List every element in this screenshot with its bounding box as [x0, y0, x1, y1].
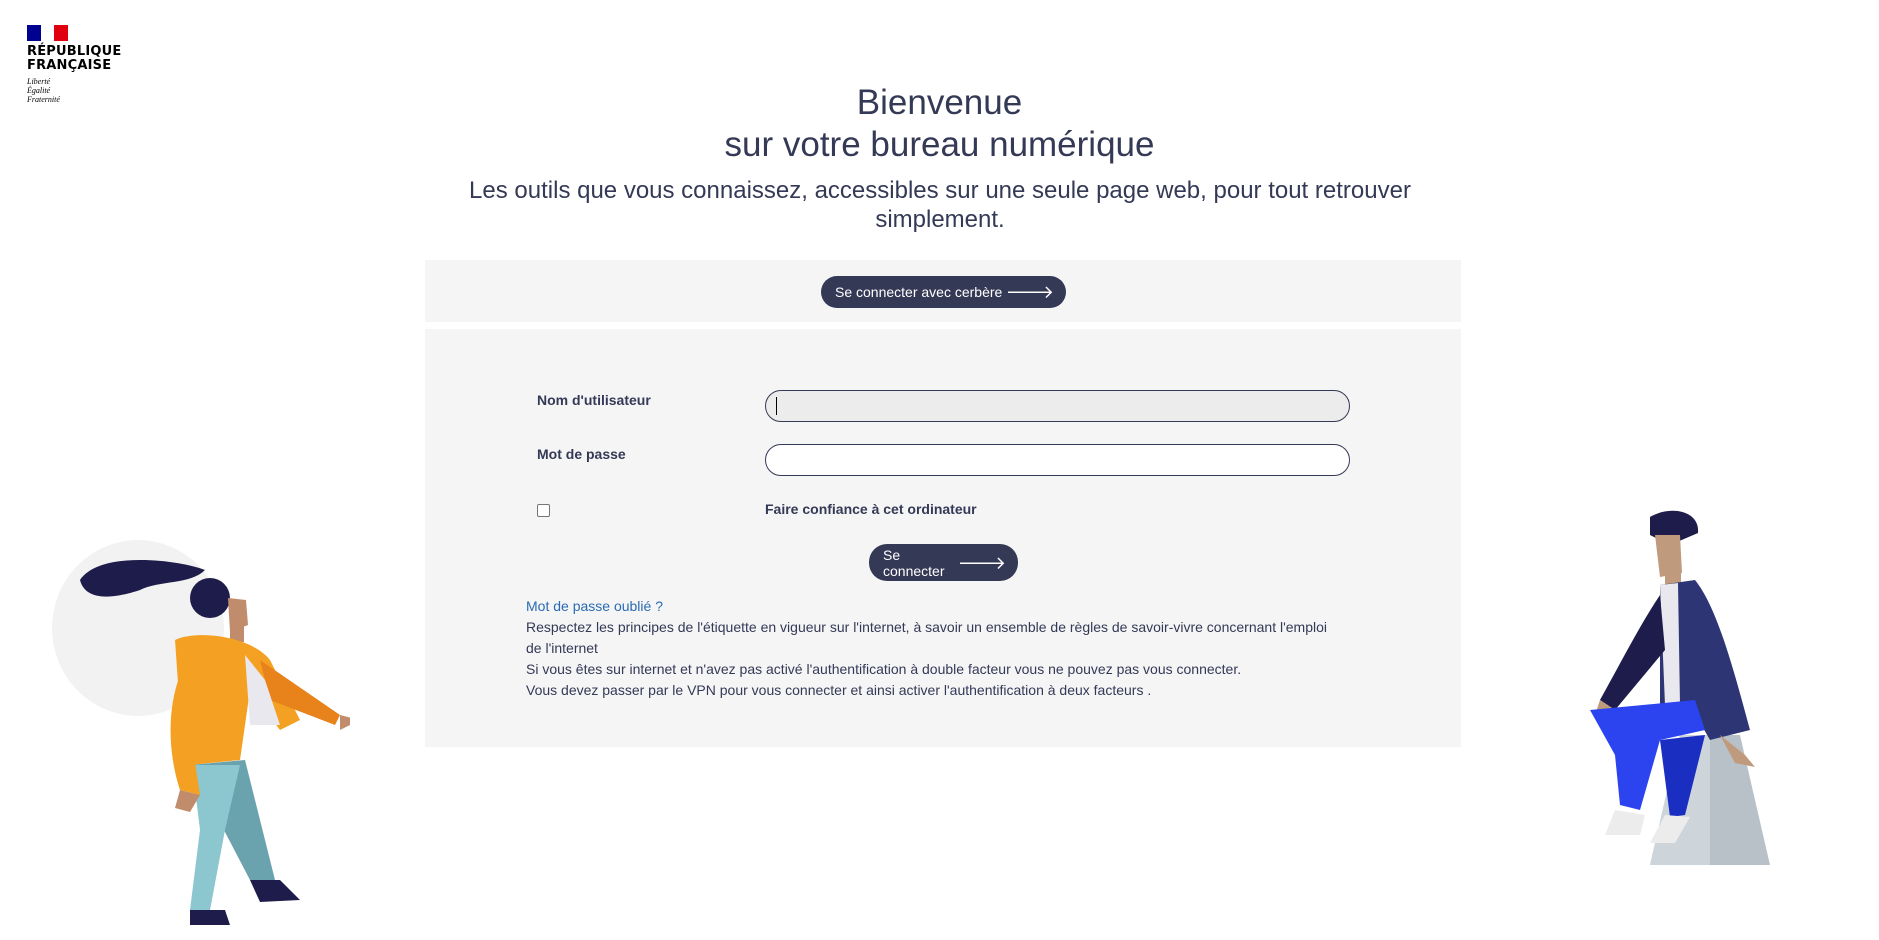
logo-title: RÉPUBLIQUE FRANÇAISE — [27, 44, 122, 73]
password-field[interactable] — [765, 444, 1350, 476]
woman-illustration — [52, 540, 350, 925]
trust-computer-checkbox[interactable] — [537, 504, 550, 517]
text-caret — [776, 397, 777, 415]
info-vpn: Vous devez passer par le VPN pour vous c… — [526, 682, 1152, 698]
info-2fa: Si vous êtes sur internet et n'avez pas … — [526, 661, 1242, 677]
man-illustration — [1590, 510, 1770, 865]
forgot-password-link[interactable]: Mot de passe oublié ? — [526, 596, 1346, 617]
info-netiquette: Respectez les principes de l'étiquette e… — [526, 619, 1327, 656]
login-button[interactable]: Se connecter 🡒 — [869, 544, 1018, 581]
password-label: Mot de passe — [537, 446, 626, 462]
page-title: Bienvenue sur votre bureau numérique — [724, 83, 1155, 164]
trust-computer-label: Faire confiance à cet ordinateur — [765, 501, 977, 517]
arrow-right-icon: 🡒 — [1005, 282, 1054, 302]
username-label: Nom d'utilisateur — [537, 392, 651, 408]
cerbere-login-button[interactable]: Se connecter avec cerbère 🡒 — [821, 276, 1066, 308]
arrow-right-icon: 🡒 — [957, 552, 1006, 573]
login-button-label: Se connecter — [883, 546, 945, 579]
page-subtitle: Les outils que vous connaissez, accessib… — [469, 177, 1411, 233]
french-flag-icon — [27, 25, 69, 41]
username-field[interactable] — [765, 390, 1350, 422]
cerbere-login-label: Se connecter avec cerbère — [835, 284, 1003, 300]
